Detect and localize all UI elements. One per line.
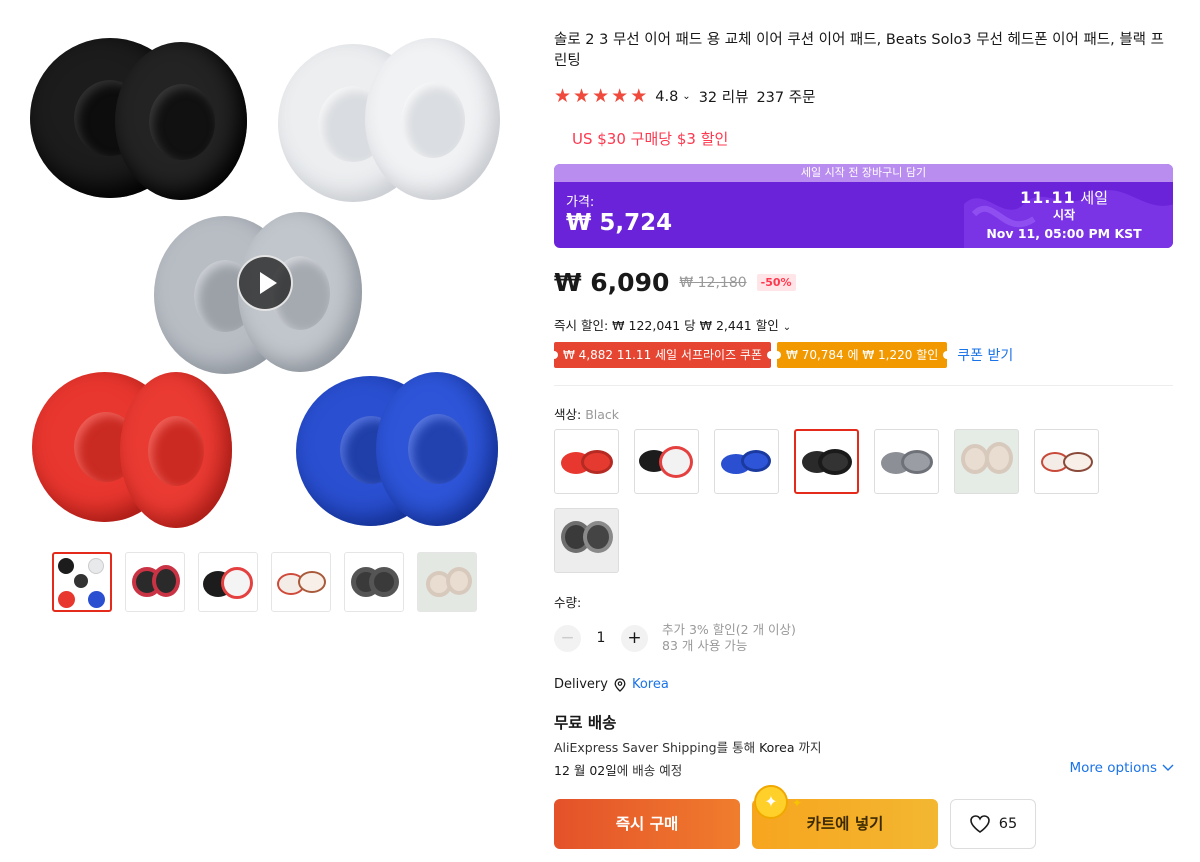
ear-pad-red-front bbox=[120, 372, 232, 528]
swatch-grey[interactable] bbox=[874, 429, 939, 494]
instant-discount-text: 즉시 할인: ₩ 122,041 당 ₩ 2,441 할인 bbox=[554, 318, 779, 333]
star-icon: ★ bbox=[573, 85, 591, 107]
play-icon bbox=[260, 272, 277, 294]
ear-pad-black-front bbox=[115, 42, 247, 200]
swatch-black[interactable] bbox=[794, 429, 859, 494]
shipping-title: 무료 배송 bbox=[554, 714, 617, 732]
delivery-date-suffix: 에 배송 예정 bbox=[616, 763, 683, 778]
coupon-discount[interactable]: ₩ 70,784 에 ₩ 1,220 할인 bbox=[773, 342, 952, 368]
product-gallery bbox=[0, 0, 530, 862]
original-price: ₩ 12,180 bbox=[679, 274, 747, 291]
get-coupons-link[interactable]: 쿠폰 받기 bbox=[957, 345, 1013, 365]
thumbnail-6[interactable] bbox=[417, 552, 477, 612]
swatch-beige[interactable] bbox=[954, 429, 1019, 494]
sale-event-start: 시작 bbox=[1052, 208, 1076, 222]
current-price: ₩ 6,090 bbox=[554, 268, 670, 297]
shipping-date: 12 월 02일에 배송 예정 bbox=[554, 760, 682, 779]
add-to-cart-label: 카트에 넣기 bbox=[806, 815, 884, 833]
selected-color: Black bbox=[585, 407, 620, 422]
delivery-row: Delivery Korea bbox=[554, 677, 669, 692]
sale-event-time: Nov 11, 05:00 PM KST bbox=[986, 226, 1142, 241]
store-promo[interactable]: US $30 구매당 $3 할인 bbox=[572, 128, 728, 149]
discount-badge: -50% bbox=[756, 274, 796, 291]
sale-price-label: 가격: bbox=[566, 195, 595, 210]
coupon-row: ₩ 4,882 11.11 세일 서프라이즈 쿠폰 ₩ 70,784 에 ₩ 1… bbox=[549, 342, 1013, 368]
more-options-label: More options bbox=[1069, 760, 1157, 776]
play-video-button[interactable] bbox=[237, 255, 293, 311]
star-icon: ★ bbox=[611, 85, 629, 107]
ear-pad-blue-front bbox=[376, 372, 498, 526]
rating-row: ★ ★ ★ ★ ★ 4.8 ⌄ 32 리뷰 237 주문 bbox=[554, 86, 815, 107]
wishlist-count: 65 bbox=[998, 816, 1018, 832]
shipping-method-name: AliExpress Saver Shipping bbox=[554, 740, 717, 755]
add-to-cart-button[interactable]: ✦ ✦ 카트에 넣기 bbox=[752, 785, 938, 849]
swatch-red[interactable] bbox=[554, 429, 619, 494]
swatch-blue[interactable] bbox=[714, 429, 779, 494]
sale-event-suffix: 세일 bbox=[1080, 189, 1108, 207]
product-title: 솔로 2 3 무선 이어 패드 용 교체 이어 쿠션 이어 패드, Beats … bbox=[554, 32, 1164, 69]
rating-stars: ★ ★ ★ ★ ★ bbox=[554, 87, 647, 106]
delivery-date: 12 월 02일 bbox=[554, 763, 617, 778]
sale-banner: 세일 시작 전 장바구니 담기 가격: ₩ 5,724 11.11 세일 시작 … bbox=[554, 164, 1173, 248]
wishlist-button[interactable]: 65 bbox=[950, 799, 1036, 849]
review-count[interactable]: 32 리뷰 bbox=[699, 86, 749, 107]
buy-now-button[interactable]: 즉시 구매 bbox=[554, 799, 740, 849]
thumbnail-5[interactable] bbox=[344, 552, 404, 612]
quantity-value[interactable]: 1 bbox=[591, 630, 611, 646]
more-options-link[interactable]: More options bbox=[1070, 760, 1174, 776]
chevron-down-icon: ⌄ bbox=[782, 322, 792, 333]
swatch-printed[interactable] bbox=[1034, 429, 1099, 494]
bulk-discount-note: 추가 3% 할인(2 개 이상) bbox=[662, 622, 796, 637]
thumbnail-2[interactable] bbox=[125, 552, 185, 612]
thumbnail-1[interactable] bbox=[52, 552, 112, 612]
chevron-down-icon bbox=[1162, 764, 1174, 771]
star-icon: ★ bbox=[592, 85, 610, 107]
sparkle-icon: ✦ bbox=[792, 796, 803, 810]
divider bbox=[554, 385, 1173, 386]
order-count: 237 주문 bbox=[756, 90, 816, 106]
ear-pad-white-front bbox=[365, 38, 500, 200]
swatch-camo[interactable] bbox=[554, 508, 619, 573]
instant-discount[interactable]: 즉시 할인: ₩ 122,041 당 ₩ 2,441 할인 ⌄ bbox=[554, 315, 791, 334]
shipping-method: AliExpress Saver Shipping를 통해 Korea 까지 bbox=[554, 737, 822, 756]
delivery-location-link[interactable]: Korea bbox=[632, 677, 669, 692]
sale-event-name: 11.11 bbox=[1020, 188, 1076, 207]
sale-price: ₩ 5,724 bbox=[566, 210, 673, 236]
quantity-label: 수량: bbox=[554, 595, 582, 610]
star-icon: ★ bbox=[554, 85, 572, 107]
shipping-destination: Korea bbox=[759, 740, 795, 755]
sparkle-coin-icon: ✦ bbox=[754, 785, 788, 819]
thumbnail-strip bbox=[52, 552, 477, 612]
star-icon: ★ bbox=[630, 85, 648, 107]
price-row: ₩ 6,090 ₩ 12,180 -50% bbox=[554, 268, 796, 297]
shipping-destination-suffix: 까지 bbox=[798, 740, 822, 755]
sale-banner-strip: 세일 시작 전 장바구니 담기 bbox=[554, 164, 1173, 182]
color-swatches bbox=[554, 429, 1114, 573]
action-buttons: 즉시 구매 ✦ ✦ 카트에 넣기 65 bbox=[554, 785, 1036, 849]
color-label-text: 색상: bbox=[554, 407, 582, 422]
quantity-note: 추가 3% 할인(2 개 이상) 83 개 사용 가능 bbox=[662, 622, 796, 654]
quantity-increase-button[interactable]: + bbox=[621, 624, 648, 652]
stock-note: 83 개 사용 가능 bbox=[662, 638, 748, 653]
quantity-decrease-button[interactable]: − bbox=[554, 624, 581, 652]
sale-event: 11.11 세일 시작 Nov 11, 05:00 PM KST bbox=[979, 187, 1149, 241]
location-pin-icon bbox=[614, 677, 626, 692]
thumbnail-4[interactable] bbox=[271, 552, 331, 612]
heart-icon bbox=[969, 815, 990, 833]
quantity-stepper: − 1 + 추가 3% 할인(2 개 이상) 83 개 사용 가능 bbox=[554, 622, 796, 654]
swatch-white-black[interactable] bbox=[634, 429, 699, 494]
delivery-label: Delivery bbox=[554, 677, 608, 692]
chevron-down-icon[interactable]: ⌄ bbox=[682, 91, 690, 102]
shipping-method-suffix: 를 통해 bbox=[716, 740, 756, 755]
rating-value[interactable]: 4.8 bbox=[655, 89, 678, 105]
thumbnail-3[interactable] bbox=[198, 552, 258, 612]
color-label: 색상: Black bbox=[554, 404, 619, 423]
coupon-surprise[interactable]: ₩ 4,882 11.11 세일 서프라이즈 쿠폰 bbox=[549, 342, 776, 368]
